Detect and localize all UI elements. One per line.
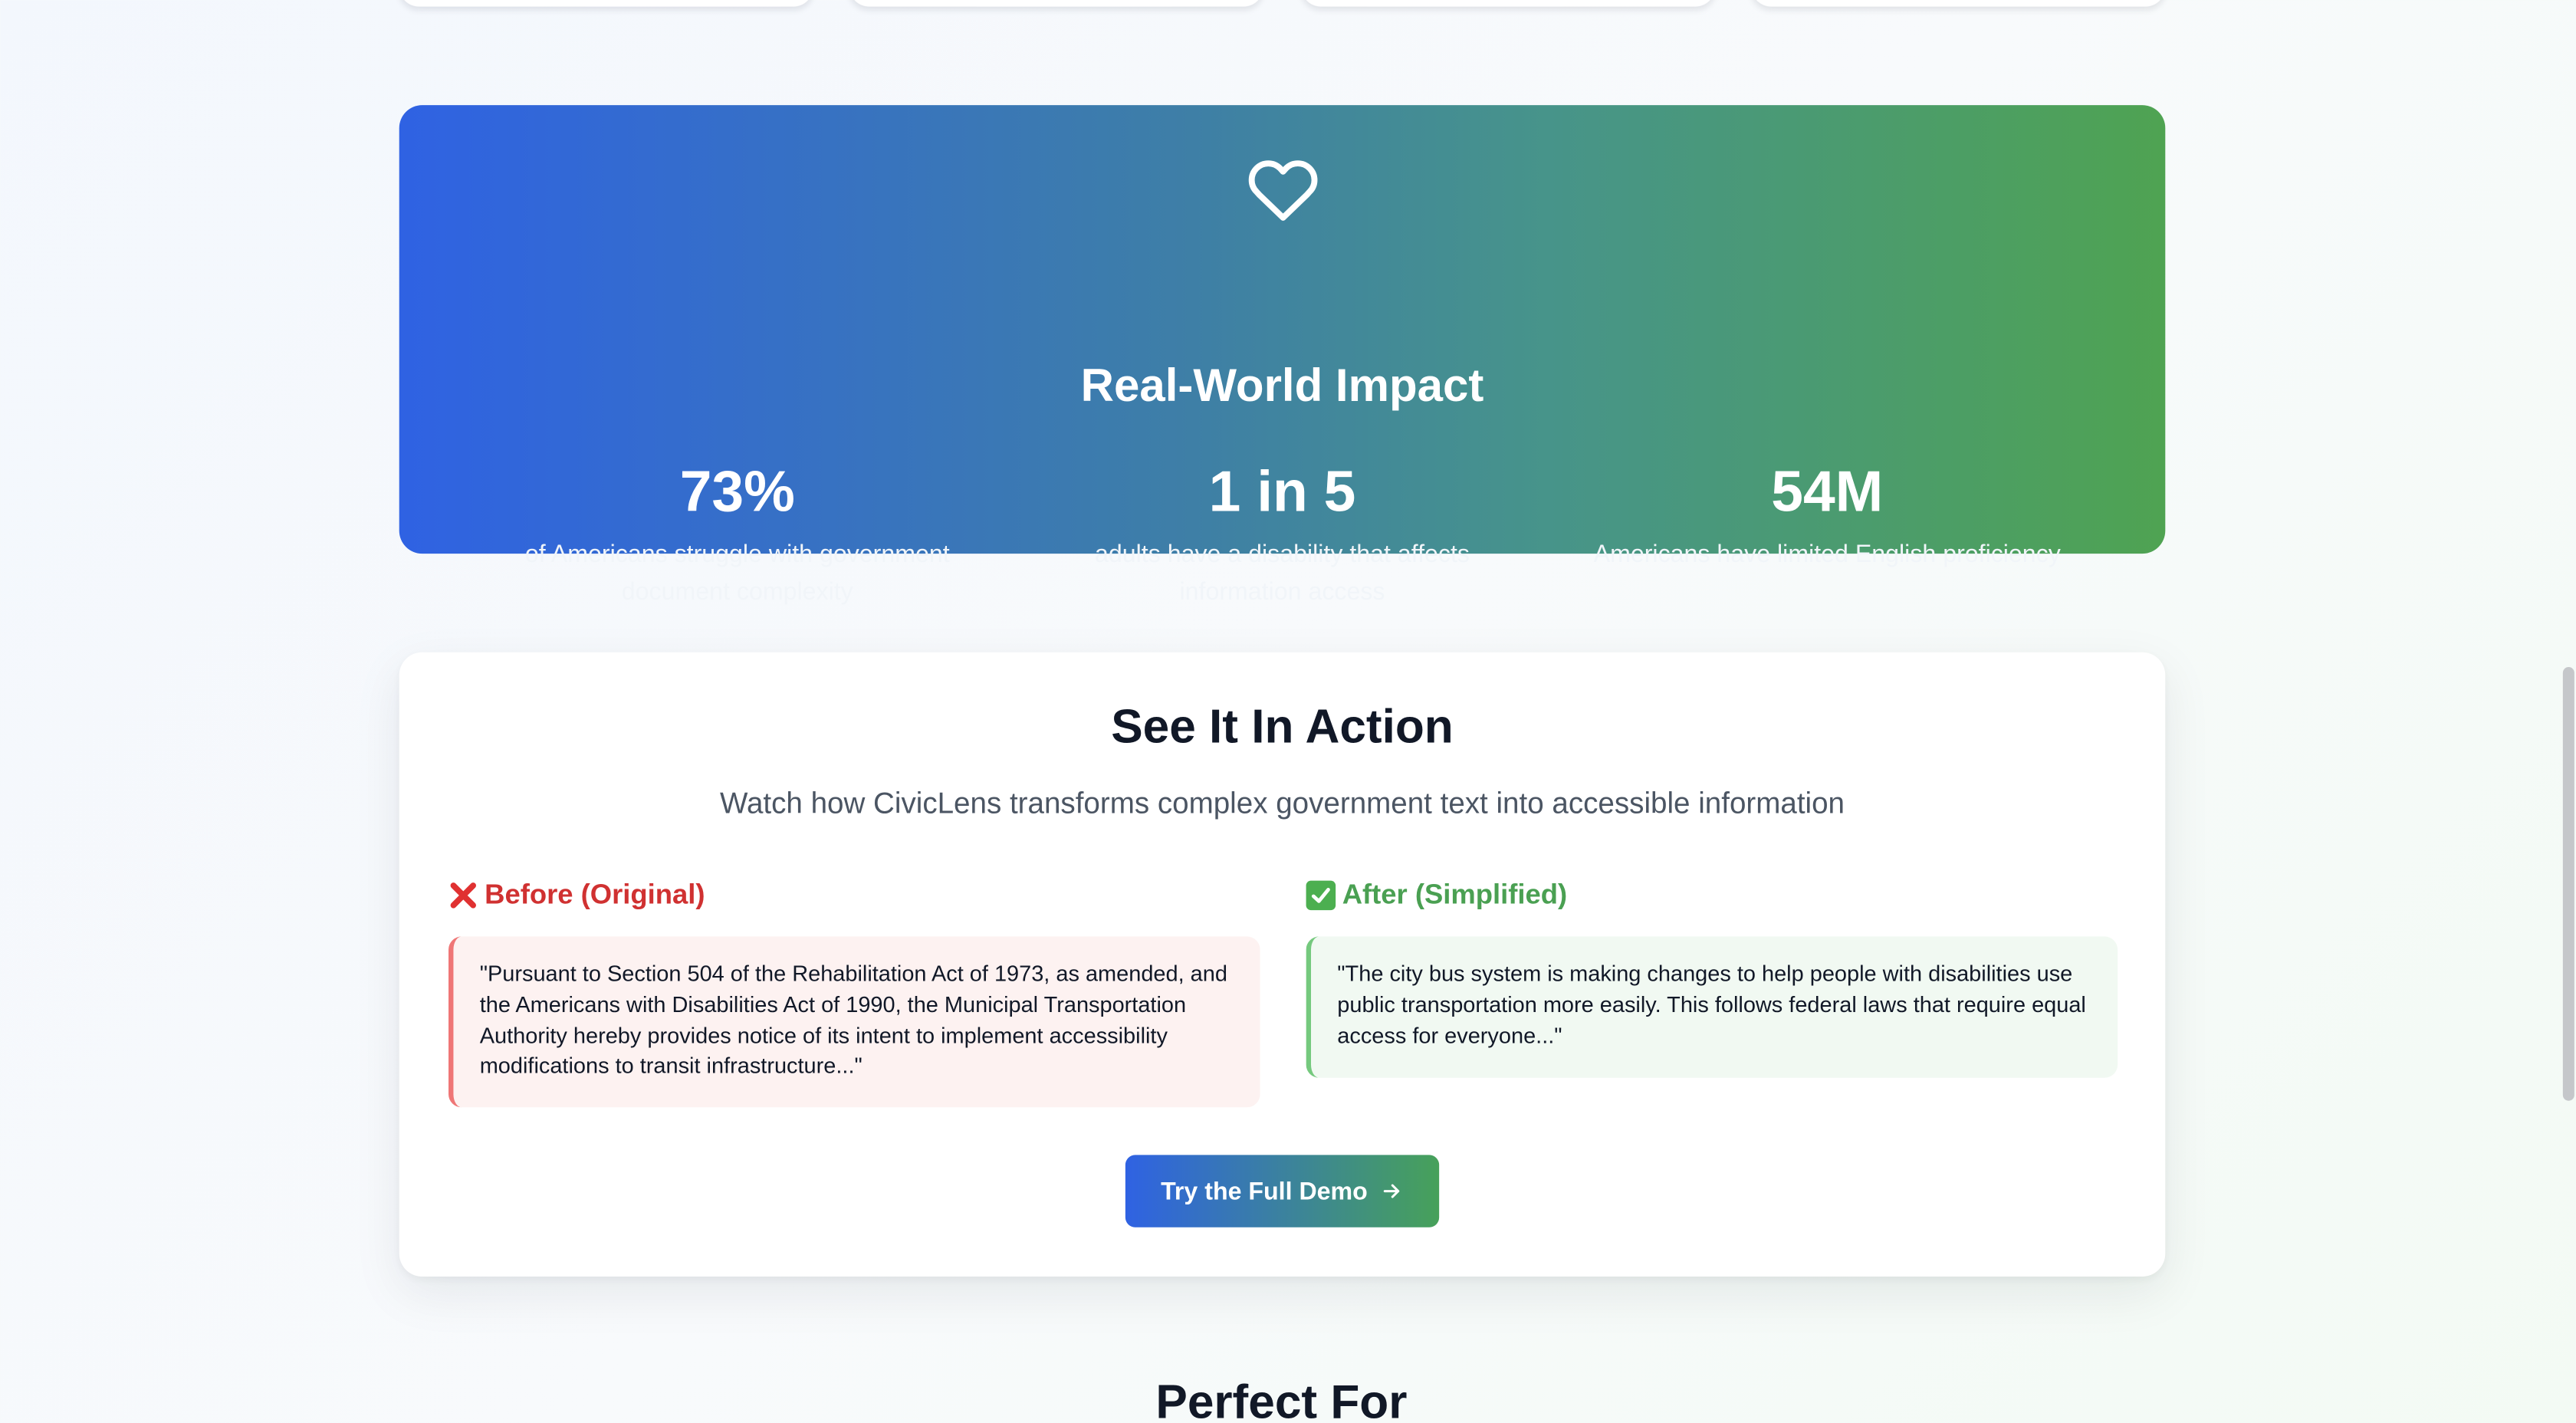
feature-card (1301, 0, 1716, 7)
after-heading-label: After (Simplified) (1342, 879, 1568, 911)
feature-card (849, 0, 1263, 7)
scrollbar-thumb[interactable] (2562, 667, 2574, 1101)
see-it-in-action-card: See It In Action Watch how CivicLens tra… (399, 652, 2166, 1277)
feature-card (1751, 0, 2166, 7)
before-column: Before (Original) "Pursuant to Section 5… (449, 877, 1260, 1108)
section-subtitle: Watch how CivicLens transforms complex g… (719, 787, 1845, 820)
impact-stats: 73% of Americans struggle with governmen… (465, 457, 2099, 611)
before-heading-label: Before (Original) (485, 879, 705, 911)
arrow-right-icon (1381, 1180, 1404, 1203)
scrollbar[interactable] (2560, 0, 2576, 1423)
section-title: See It In Action (1111, 702, 1454, 754)
after-heading: After (Simplified) (1306, 877, 2118, 913)
stat-item: 54M Americans have limited English profi… (1555, 457, 2100, 611)
stat-item: 73% of Americans struggle with governmen… (465, 457, 1010, 611)
stat-item: 1 in 5 adults have a disability that aff… (1010, 457, 1555, 611)
impact-banner: Real-World Impact 73% of Americans strug… (399, 105, 2166, 606)
impact-title: Real-World Impact (1080, 360, 1484, 411)
stat-value: 1 in 5 (1208, 460, 1356, 524)
perfect-for-title: Perfect For (1155, 1376, 1408, 1423)
after-column: After (Simplified) "The city bus system … (1306, 877, 2118, 1078)
page-viewport: Real-World Impact 73% of Americans strug… (0, 0, 2576, 1423)
try-full-demo-button[interactable]: Try the Full Demo (1125, 1155, 1440, 1227)
before-heading: Before (Original) (449, 877, 1260, 913)
cross-mark-icon (449, 881, 478, 911)
check-mark-icon (1306, 880, 1336, 911)
stat-value: 54M (1771, 460, 1884, 524)
feature-card (399, 0, 813, 7)
cta-label: Try the Full Demo (1161, 1177, 1368, 1205)
after-quote: "The city bus system is making changes t… (1306, 936, 2118, 1078)
stat-description: Americans have limited English proficien… (1593, 541, 2061, 569)
before-quote: "Pursuant to Section 504 of the Rehabili… (449, 936, 1260, 1108)
stat-description: of Americans struggle with government do… (524, 541, 950, 606)
heart-icon (1247, 160, 1317, 221)
stat-description: adults have a disability that affects in… (1095, 541, 1470, 606)
stat-value: 73% (679, 460, 795, 524)
